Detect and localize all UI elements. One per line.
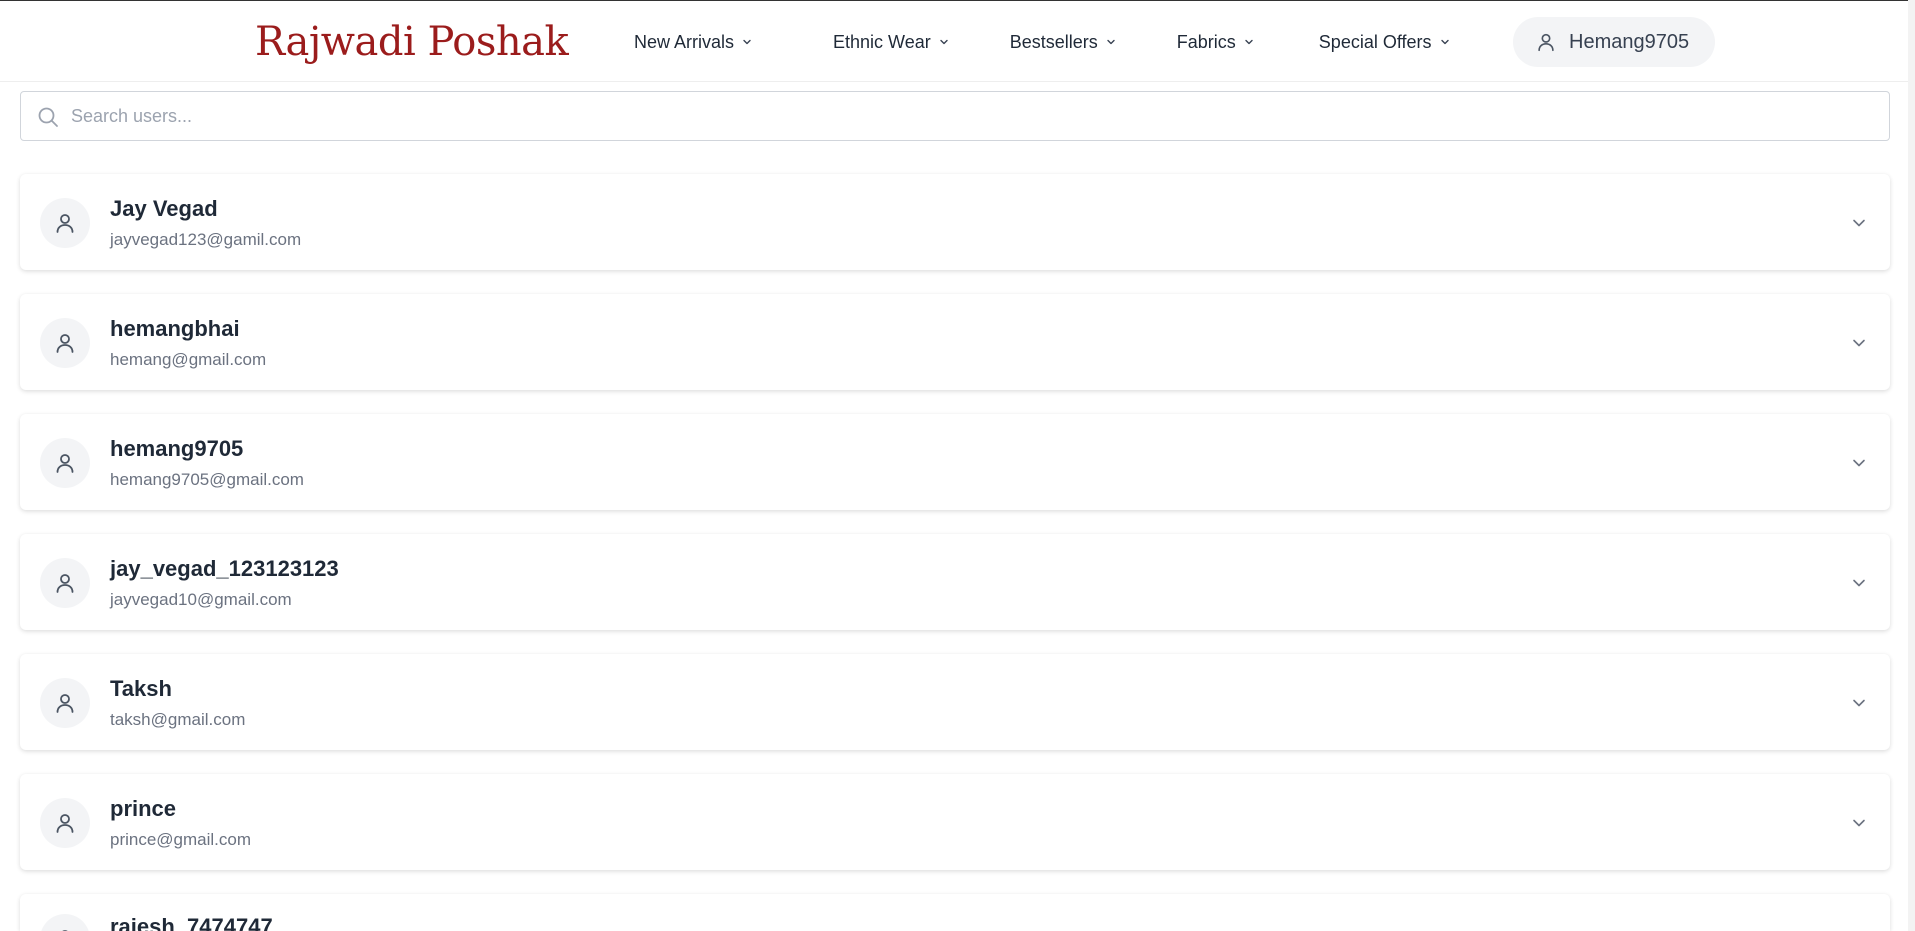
nav-special-offers[interactable]: Special Offers bbox=[1319, 32, 1451, 53]
account-username: Hemang9705 bbox=[1569, 30, 1690, 53]
chevron-down-icon[interactable] bbox=[1850, 694, 1868, 712]
chevron-down-icon[interactable] bbox=[1850, 814, 1868, 832]
chevron-down-icon[interactable] bbox=[1850, 214, 1868, 232]
avatar bbox=[40, 318, 90, 368]
nav-bestsellers-label: Bestsellers bbox=[1009, 31, 1098, 52]
user-icon bbox=[56, 334, 74, 353]
user-icon bbox=[56, 214, 74, 233]
user-icon bbox=[62, 930, 68, 931]
user-icon bbox=[56, 694, 74, 713]
nav-new-arrivals[interactable]: New Arrivals bbox=[634, 32, 753, 53]
user-email: prince@gmail.com bbox=[110, 830, 252, 849]
user-email: jayvegad10@gmail.com bbox=[110, 590, 292, 609]
user-name: jay_vegad_123123123 bbox=[110, 556, 339, 581]
user-icon bbox=[56, 454, 74, 473]
chevron-down-icon[interactable] bbox=[1850, 454, 1868, 472]
user-card[interactable]: hemang9705 hemang9705@gmail.com bbox=[20, 414, 1890, 510]
avatar bbox=[40, 914, 90, 931]
user-card[interactable]: jay_vegad_123123123 jayvegad10@gmail.com bbox=[20, 534, 1890, 630]
top-navigation-bar: Rajwadi Poshak New Arrivals Ethnic Wear … bbox=[0, 0, 1915, 82]
nav-special-offers-label: Special Offers bbox=[1318, 31, 1432, 52]
chevron-down-icon bbox=[1107, 39, 1115, 45]
user-icon bbox=[56, 574, 74, 593]
page-scrollbar[interactable] bbox=[1908, 0, 1915, 931]
user-name: hemang9705 bbox=[110, 436, 244, 461]
user-email: taksh@gmail.com bbox=[110, 710, 246, 729]
user-name: rajesh_7474747 bbox=[110, 914, 273, 931]
nav-bestsellers[interactable]: Bestsellers bbox=[1010, 32, 1117, 53]
user-icon bbox=[1538, 33, 1554, 52]
nav-fabrics[interactable]: Fabrics bbox=[1177, 32, 1255, 53]
brand-logo[interactable]: Rajwadi Poshak bbox=[255, 17, 569, 67]
avatar bbox=[40, 558, 90, 608]
user-name: prince bbox=[110, 796, 177, 821]
account-menu-button[interactable]: Hemang9705 bbox=[1513, 17, 1715, 67]
nav-new-arrivals-label: New Arrivals bbox=[634, 31, 735, 52]
avatar bbox=[40, 198, 90, 248]
user-email: hemang@gmail.com bbox=[110, 350, 267, 369]
user-card[interactable]: hemangbhai hemang@gmail.com bbox=[20, 294, 1890, 390]
user-card[interactable]: Taksh taksh@gmail.com bbox=[20, 654, 1890, 750]
nav-ethnic-wear-label: Ethnic Wear bbox=[833, 31, 931, 52]
nav-fabrics-label: Fabrics bbox=[1176, 31, 1236, 52]
chevron-down-icon[interactable] bbox=[1850, 334, 1868, 352]
user-card[interactable]: rajesh_7474747 bbox=[20, 894, 1890, 931]
search-users-input[interactable] bbox=[71, 92, 1871, 140]
user-icon bbox=[56, 814, 74, 833]
avatar bbox=[40, 438, 90, 488]
search-bar bbox=[20, 91, 1890, 141]
user-email: hemang9705@gmail.com bbox=[110, 470, 304, 489]
avatar bbox=[40, 678, 90, 728]
chevron-down-icon bbox=[1245, 39, 1253, 45]
user-card[interactable]: Jay Vegad jayvegad123@gamil.com bbox=[20, 174, 1890, 270]
avatar bbox=[40, 798, 90, 848]
nav-ethnic-wear[interactable]: Ethnic Wear bbox=[833, 32, 950, 53]
user-card[interactable]: prince prince@gmail.com bbox=[20, 774, 1890, 870]
chevron-down-icon bbox=[940, 39, 948, 45]
search-icon bbox=[38, 107, 58, 127]
user-name: Taksh bbox=[110, 676, 172, 701]
user-email: jayvegad123@gamil.com bbox=[110, 230, 302, 249]
user-name: hemangbhai bbox=[110, 316, 240, 341]
main-nav: New Arrivals Ethnic Wear Bestsellers Fab… bbox=[634, 27, 1451, 57]
chevron-down-icon bbox=[743, 39, 751, 45]
chevron-down-icon[interactable] bbox=[1850, 574, 1868, 592]
chevron-down-icon bbox=[1440, 39, 1449, 45]
user-name: Jay Vegad bbox=[110, 196, 218, 221]
